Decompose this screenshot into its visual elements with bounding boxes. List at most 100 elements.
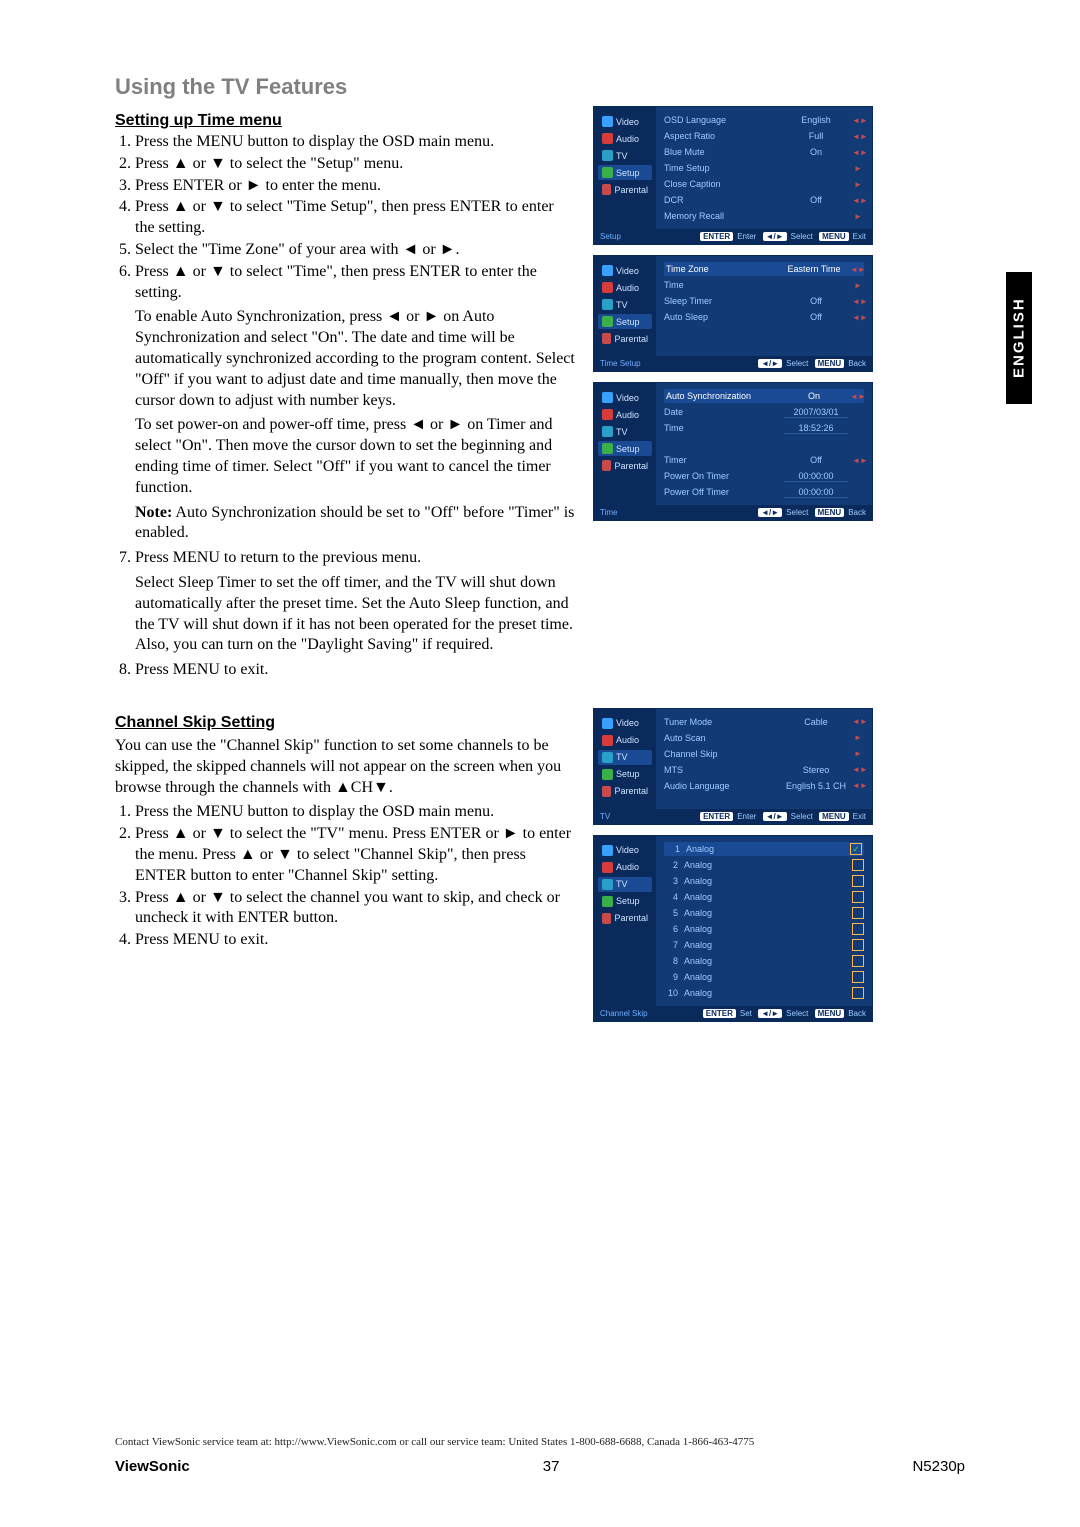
osd-tab-tv: TV (598, 424, 652, 439)
step: Press ▲ or ▼ to select the channel you w… (135, 888, 575, 930)
video-icon (602, 116, 613, 127)
osd-tab-video: Video (598, 390, 652, 405)
step: Press ▲ or ▼ to select the "Setup" menu. (135, 154, 575, 175)
osd-tab-tv: TV (598, 750, 652, 765)
osd-tab-audio: Audio (598, 407, 652, 422)
osd-tab-audio: Audio (598, 860, 652, 875)
channel-row: 3Analog (664, 874, 864, 888)
checkbox-icon (852, 971, 864, 983)
parental-icon (602, 913, 611, 924)
osd-row: Date2007/03/01 (664, 405, 864, 419)
osd-tab-parental: Parental (598, 458, 652, 473)
audio-icon (602, 409, 613, 420)
osd-row: Blue MuteOn◄► (664, 145, 864, 159)
osd-time: Video Audio TV Setup Parental Auto Synchroni… (593, 382, 873, 521)
tv-icon (602, 879, 613, 890)
osd-row: Time18:52:26 (664, 421, 864, 435)
tv-icon (602, 299, 613, 310)
tv-icon (602, 752, 613, 763)
osd-hints: ENTEREnter ◄/►Select MENUExit (696, 232, 866, 241)
step: Press ▲ or ▼ to select the "TV" menu. Pr… (135, 824, 575, 886)
setup-icon (602, 896, 613, 907)
note: Note: Auto Synchronization should be set… (135, 503, 575, 545)
paragraph: Select Sleep Timer to set the off timer,… (135, 573, 575, 656)
checkbox-icon (852, 891, 864, 903)
osd-row: Sleep TimerOff◄► (664, 294, 864, 308)
osd-setup: VideoAudioTVSetupParental OSD LanguageEn… (593, 106, 873, 245)
osd-tab-parental: Parental (598, 784, 652, 799)
osd-row: Auto Scan► (664, 731, 864, 745)
osd-row (664, 437, 864, 451)
osd-row: Time ZoneEastern Time◄► (664, 262, 864, 276)
steps-channel-skip: Press the MENU button to display the OSD… (115, 802, 575, 951)
step: Press ▲ or ▼ to select "Time Setup", the… (135, 197, 575, 239)
checkbox-icon (852, 875, 864, 887)
audio-icon (602, 862, 613, 873)
checkbox-icon (850, 843, 862, 855)
osd-hints: ENTERSet ◄/►Select MENUBack (699, 1009, 866, 1018)
osd-tab-setup: Setup (598, 894, 652, 909)
step: Press MENU to return to the previous men… (135, 548, 575, 656)
tv-icon (602, 426, 613, 437)
setup-icon (602, 443, 613, 454)
osd-row: Close Caption► (664, 177, 864, 191)
steps-time-menu: Press the MENU button to display the OSD… (115, 132, 575, 681)
step: Select the "Time Zone" of your area with… (135, 240, 575, 261)
contact-line: Contact ViewSonic service team at: http:… (115, 1436, 965, 1448)
setup-icon (602, 769, 613, 780)
osd-row: Power Off Timer00:00:00 (664, 485, 864, 499)
osd-hints: ◄/►Select MENUBack (754, 508, 866, 517)
osd-row: Auto SynchronizationOn◄► (664, 389, 864, 403)
osd-tab-setup: Setup (598, 767, 652, 782)
tv-icon (602, 150, 613, 161)
paragraph: You can use the "Channel Skip" function … (115, 736, 575, 798)
osd-tab-setup: Setup (598, 441, 652, 456)
video-icon (602, 265, 613, 276)
osd-tab-setup: Setup (598, 165, 652, 180)
channel-row: 2Analog (664, 858, 864, 872)
checkbox-icon (852, 939, 864, 951)
osd-tab-setup: Setup (598, 314, 652, 329)
parental-icon (602, 460, 611, 471)
step: Press the MENU button to display the OSD… (135, 802, 575, 823)
model: N5230p (912, 1458, 965, 1475)
step: Press MENU to exit. (135, 660, 575, 681)
osd-row: Time► (664, 278, 864, 292)
channel-row: 8Analog (664, 954, 864, 968)
osd-row: Time Setup► (664, 161, 864, 175)
setup-icon (602, 167, 613, 178)
checkbox-icon (852, 955, 864, 967)
paragraph: To enable Auto Synchronization, press ◄ … (135, 307, 575, 411)
checkbox-icon (852, 987, 864, 999)
osd-hints: ◄/►Select MENUBack (754, 359, 866, 368)
osd-row: Aspect RatioFull◄► (664, 129, 864, 143)
osd-tab-tv: TV (598, 148, 652, 163)
osd-tab-parental: Parental (598, 182, 652, 197)
channel-row: 7Analog (664, 938, 864, 952)
osd-row: Auto SleepOff◄► (664, 310, 864, 324)
osd-tab-audio: Audio (598, 131, 652, 146)
heading-time-menu: Setting up Time menu (115, 112, 575, 130)
osd-row: Tuner ModeCable◄► (664, 715, 864, 729)
osd-title: Time Setup (600, 359, 641, 368)
checkbox-icon (852, 923, 864, 935)
video-icon (602, 392, 613, 403)
osd-hints: ENTEREnter ◄/►Select MENUExit (696, 812, 866, 821)
parental-icon (602, 333, 611, 344)
osd-row: TimerOff◄► (664, 453, 864, 467)
osd-tab-tv: TV (598, 297, 652, 312)
osd-tab-video: Video (598, 843, 652, 858)
video-icon (602, 718, 613, 729)
osd-row: DCROff◄► (664, 193, 864, 207)
channel-row: 6Analog (664, 922, 864, 936)
osd-row: Audio LanguageEnglish 5.1 CH◄► (664, 779, 864, 793)
osd-row: Memory Recall► (664, 209, 864, 223)
audio-icon (602, 133, 613, 144)
osd-tab-video: Video (598, 263, 652, 278)
paragraph: To set power-on and power-off time, pres… (135, 415, 575, 498)
channel-row: 1Analog (664, 842, 864, 856)
language-tab: ENGLISH (1006, 272, 1032, 404)
osd-row: OSD LanguageEnglish◄► (664, 113, 864, 127)
audio-icon (602, 735, 613, 746)
osd-tab-tv: TV (598, 877, 652, 892)
